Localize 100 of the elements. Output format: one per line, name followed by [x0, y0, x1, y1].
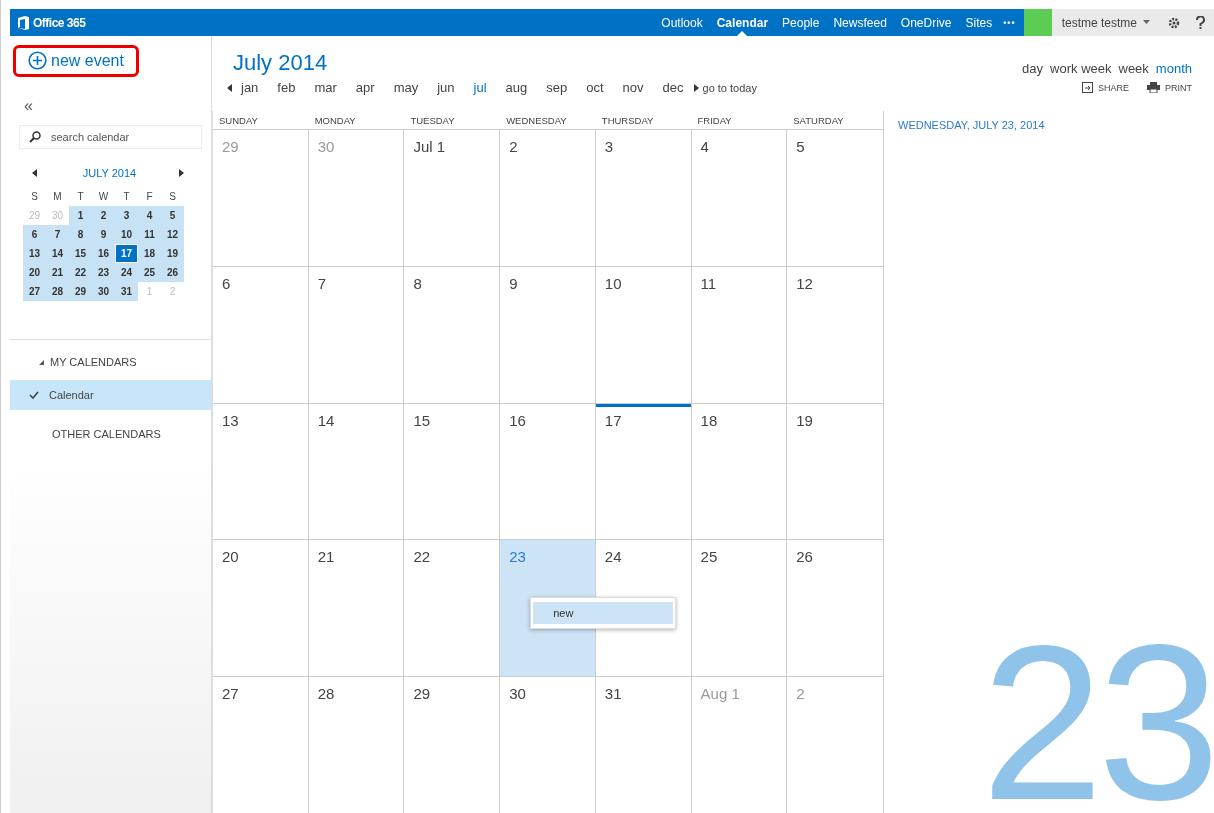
calendar-item[interactable]: Calendar: [10, 380, 211, 410]
mini-calendar-day[interactable]: 21: [46, 263, 69, 282]
mini-calendar-day[interactable]: 1: [69, 206, 92, 225]
mini-calendar-day[interactable]: 22: [69, 263, 92, 282]
mini-calendar-day[interactable]: 8: [69, 225, 92, 244]
day-number: 28: [317, 685, 335, 703]
day-number: 3: [604, 138, 614, 155]
day-number: 31: [604, 685, 622, 703]
mini-calendar-day[interactable]: 19: [161, 244, 184, 263]
day-number: Aug 1: [700, 685, 740, 703]
day-number: 9: [509, 274, 518, 292]
month-link[interactable]: may: [384, 80, 429, 95]
mini-calendar-day[interactable]: 10: [115, 225, 138, 244]
mini-calendar-day[interactable]: 7: [46, 225, 69, 244]
month-link[interactable]: feb: [268, 80, 306, 95]
mini-calendar-day[interactable]: 31: [115, 282, 138, 301]
mini-calendar-day[interactable]: 16: [92, 244, 115, 263]
menu-item[interactable]: new: [533, 602, 674, 625]
view-tab[interactable]: day: [1022, 61, 1044, 76]
day-number: 10: [604, 274, 622, 292]
day-number: 13: [222, 411, 239, 429]
day-number: 24: [604, 548, 622, 566]
mini-calendar-day[interactable]: 18: [138, 244, 161, 263]
mini-calendar-day[interactable]: 25: [138, 263, 161, 282]
nav-link[interactable]: Newsfeed: [826, 9, 894, 36]
new-event-button[interactable]: new event: [13, 45, 139, 77]
other-calendars-header[interactable]: OTHER CALENDARS: [10, 428, 161, 440]
share-button[interactable]: SHARE: [1082, 82, 1129, 93]
month-title: July 2014: [233, 50, 329, 76]
mini-calendar-day[interactable]: 13: [23, 244, 46, 263]
search-field[interactable]: search calendar: [19, 125, 202, 149]
mini-calendar-day[interactable]: 5: [161, 206, 184, 225]
day-number: 20: [222, 548, 239, 566]
nav-link[interactable]: Outlook: [654, 9, 710, 36]
day-number: 6: [222, 274, 231, 292]
previous-icon: [32, 169, 37, 177]
mini-calendar-day[interactable]: 23: [92, 263, 115, 282]
day-number: 16: [509, 411, 526, 429]
search-icon: [29, 131, 41, 143]
mini-calendar-day[interactable]: 29: [69, 282, 92, 301]
mini-calendar-day[interactable]: 27: [23, 282, 46, 301]
go-to-today-link[interactable]: go to today: [702, 81, 757, 94]
mini-calendar-day[interactable]: 17: [115, 244, 138, 263]
mini-calendar-day[interactable]: 4: [138, 206, 161, 225]
my-calendars-header[interactable]: MY CALENDARS: [10, 352, 211, 372]
mini-calendar-day[interactable]: 28: [46, 282, 69, 301]
mini-calendar-day[interactable]: 2: [92, 206, 115, 225]
mini-calendar-day[interactable]: 15: [69, 244, 92, 263]
weekday-label: S: [168, 190, 177, 204]
mini-calendar-day[interactable]: 3: [115, 206, 138, 225]
weekday-header: SATURDAY: [792, 114, 845, 128]
day-number: 29: [222, 138, 239, 155]
day-number: 14: [317, 411, 335, 429]
day-number: 18: [700, 411, 718, 429]
mini-calendar-day[interactable]: 14: [46, 244, 69, 263]
day-cell[interactable]: 17: [595, 403, 692, 540]
expand-icon: [39, 359, 44, 365]
day-number: 30: [509, 685, 526, 703]
mini-calendar-day[interactable]: 9: [92, 225, 115, 244]
mini-calendar-day[interactable]: 11: [138, 225, 161, 244]
nav-link[interactable]: OneDrive: [893, 9, 959, 36]
collapse-button[interactable]: «: [24, 97, 42, 115]
weekday-header: SUNDAY: [218, 114, 259, 128]
month-link[interactable]: aug: [496, 80, 538, 95]
add-icon: [28, 51, 47, 70]
view-tab[interactable]: week: [1118, 61, 1149, 76]
nav-link[interactable]: Sites: [958, 9, 1000, 36]
day-number: Jul 1: [413, 138, 446, 155]
view-tab[interactable]: month: [1155, 61, 1192, 76]
mini-calendar-day[interactable]: 12: [161, 225, 184, 244]
month-link[interactable]: nov: [613, 80, 654, 95]
month-link[interactable]: jan: [232, 80, 269, 95]
month-link[interactable]: jul: [464, 80, 497, 95]
day-number: 11: [700, 274, 717, 292]
mini-calendar-day[interactable]: 26: [161, 263, 184, 282]
month-link[interactable]: dec: [653, 80, 694, 95]
day-number: 8: [413, 274, 422, 292]
month-link[interactable]: oct: [577, 80, 614, 95]
nav-link[interactable]: Calendar: [709, 9, 776, 36]
printer-icon: [1147, 82, 1160, 93]
month-link[interactable]: apr: [346, 80, 385, 95]
previous-month-button[interactable]: [32, 168, 40, 178]
brand-logo[interactable]: Office 365: [10, 15, 655, 30]
nav-link[interactable]: People: [775, 9, 827, 36]
print-button[interactable]: PRINT: [1147, 82, 1192, 93]
user-menu[interactable]: testme testme: [1051, 9, 1160, 36]
view-tab[interactable]: work week: [1050, 61, 1112, 76]
month-link[interactable]: mar: [305, 80, 347, 95]
share-icon: [1082, 82, 1093, 93]
day-number: 7: [317, 274, 327, 292]
month-link[interactable]: sep: [537, 80, 578, 95]
mini-calendar-day[interactable]: 24: [115, 263, 138, 282]
mini-calendar-day[interactable]: 6: [23, 225, 46, 244]
day-number: 19: [796, 411, 813, 429]
more-button[interactable]: •••: [999, 17, 1024, 28]
month-link[interactable]: jun: [428, 80, 465, 95]
mini-calendar-day[interactable]: 20: [23, 263, 46, 282]
help-icon[interactable]: [1187, 9, 1214, 36]
mini-calendar-day[interactable]: 30: [92, 282, 115, 301]
day-number: 2: [796, 685, 805, 703]
